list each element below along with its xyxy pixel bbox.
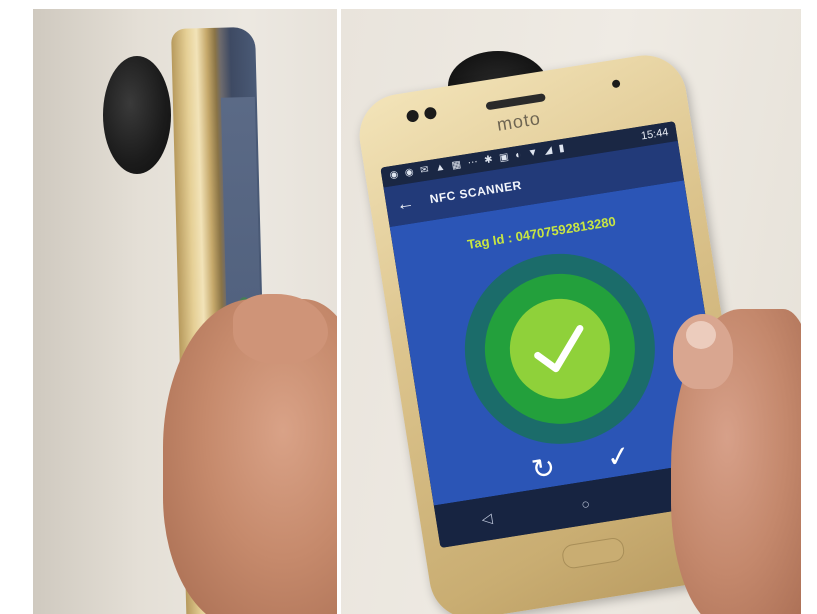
thumbnail-nail — [686, 321, 716, 349]
fingerprint-home-button[interactable] — [560, 536, 626, 570]
left-photo — [33, 9, 337, 614]
proximity-sensor-icon — [611, 79, 621, 89]
refresh-icon[interactable]: ↻ — [523, 448, 564, 489]
front-sensor-icon — [423, 106, 438, 121]
back-arrow-icon[interactable]: ← — [395, 192, 416, 216]
brand-logo: moto — [495, 108, 543, 135]
app-title: NFC SCANNER — [428, 177, 523, 207]
nfc-tag-side — [103, 56, 171, 174]
check-icon — [534, 324, 584, 373]
front-camera-icon — [405, 109, 420, 123]
home-circle-icon[interactable]: ○ — [580, 495, 591, 512]
right-photo: moto ◉ ◉ ✉ ▲ ▦ ⋯ ✱ ▣ ◐ ▼ ◢ ▮ 15:44 ← NFC… — [341, 9, 801, 614]
confirm-check-icon[interactable]: ✓ — [598, 436, 639, 477]
status-time: 15:44 — [640, 126, 670, 143]
back-triangle-icon[interactable]: ◁ — [480, 510, 493, 528]
